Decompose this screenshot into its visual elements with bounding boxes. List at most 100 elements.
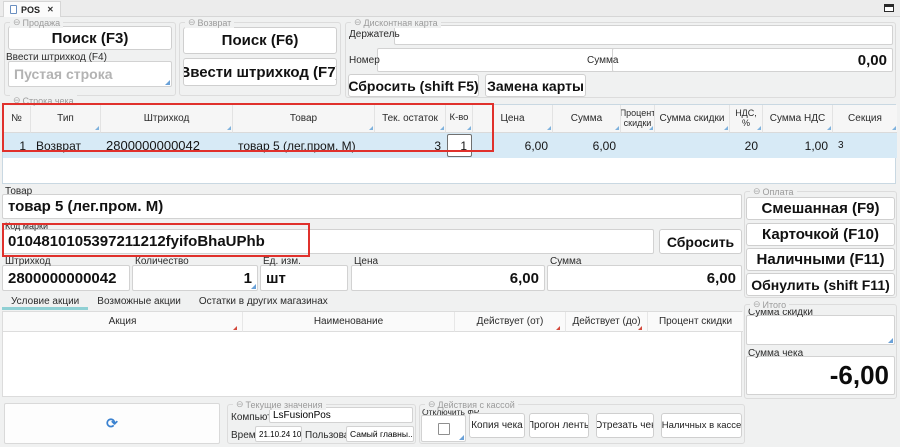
- mark-reset-button[interactable]: Сбросить: [659, 229, 742, 254]
- close-icon[interactable]: ✕: [47, 5, 54, 14]
- return-section-label: ⊖ Возврат: [185, 17, 234, 28]
- promo-table: Акция Наименование Действует (от) Действ…: [2, 311, 742, 397]
- receipt-col-vat-pct[interactable]: НДС, %: [730, 105, 763, 133]
- user-field[interactable]: Самый главны...: [346, 426, 414, 442]
- cash-in-register-button[interactable]: Наличных в кассе: [661, 413, 742, 438]
- unit-field[interactable]: шт: [260, 265, 348, 291]
- payment-reset-button[interactable]: Обнулить (shift F11): [746, 273, 895, 296]
- sale-search-button[interactable]: Поиск (F3): [8, 26, 172, 50]
- discount-card-section-label: ⊖ Дисконтная карта: [351, 17, 441, 28]
- receipt-col-product[interactable]: Товар: [233, 105, 375, 133]
- product-label: Товар: [5, 186, 32, 197]
- receipt-cell-num[interactable]: 1: [3, 133, 31, 158]
- receipt-col-price[interactable]: Цена: [473, 105, 553, 133]
- disable-fr-checkbox-panel: [421, 415, 466, 442]
- disable-fr-checkbox[interactable]: [438, 423, 450, 435]
- sale-barcode-placeholder: Пустая строка: [14, 66, 113, 82]
- receipt-cell-stock[interactable]: 3: [375, 133, 446, 158]
- receipt-cell-type[interactable]: Возврат: [31, 133, 101, 158]
- receipt-col-section[interactable]: Секция: [833, 105, 897, 133]
- cash-actions-section-label: ⊖ Действия с кассой: [425, 399, 518, 410]
- receipt-cell-discount-pct[interactable]: [621, 133, 655, 158]
- promo-col-action[interactable]: Акция: [3, 312, 243, 332]
- check-sum-field[interactable]: -6,00: [746, 356, 895, 395]
- tab-stock-other-stores[interactable]: Остатки в других магазинах: [190, 294, 337, 310]
- refresh-button[interactable]: ⟳: [4, 403, 220, 444]
- sum-label: Сумма: [550, 256, 581, 267]
- receipt-table: № Тип Штрихкод Товар Тек. остаток К-во Ц…: [2, 104, 896, 184]
- mark-code-label: Код марки: [5, 221, 48, 231]
- collapse-icon[interactable]: ⊖: [428, 399, 436, 410]
- receipt-col-num[interactable]: №: [3, 105, 31, 133]
- discount-sum-field[interactable]: [746, 315, 895, 345]
- card-reset-button[interactable]: Сбросить (shift F5): [348, 74, 479, 97]
- receipt-col-stock[interactable]: Тек. остаток: [375, 105, 446, 133]
- promo-col-name[interactable]: Наименование: [243, 312, 455, 332]
- receipt-col-barcode[interactable]: Штрихкод: [101, 105, 233, 133]
- collapse-icon[interactable]: ⊖: [236, 399, 244, 410]
- refresh-icon: ⟳: [106, 415, 118, 432]
- time-field[interactable]: 21.10.24 10:13: [255, 426, 302, 442]
- return-barcode-button[interactable]: Ввести штрихкод (F7): [183, 58, 337, 86]
- receipt-cell-price[interactable]: 6,00: [473, 133, 553, 158]
- price-field[interactable]: 6,00: [351, 265, 545, 291]
- card-replace-button[interactable]: Замена карты: [485, 74, 586, 97]
- cut-check-button[interactable]: Отрезать чек: [596, 413, 654, 438]
- price-label: Цена: [354, 256, 378, 267]
- mark-code-field[interactable]: 0104810105397211212fyifoBhaUPhb: [2, 229, 654, 254]
- tab-bar: POS ✕: [0, 0, 900, 17]
- receipt-cell-section[interactable]: 3: [833, 133, 897, 158]
- collapse-icon[interactable]: ⊖: [13, 17, 21, 28]
- receipt-cell-barcode[interactable]: 2800000000042: [101, 133, 233, 158]
- payment-mixed-button[interactable]: Смешанная (F9): [746, 197, 895, 220]
- receipt-col-discount-sum[interactable]: Сумма скидки: [655, 105, 730, 133]
- pos-window: POS ✕ ⊖ Продажа Поиск (F3) Ввести штрихк…: [0, 0, 900, 447]
- card-number-label: Номер: [349, 55, 380, 66]
- receipt-col-qty[interactable]: К-во: [446, 105, 473, 133]
- payment-section-label: ⊖ Оплата: [750, 186, 797, 197]
- qty-field[interactable]: 1: [132, 265, 258, 291]
- card-holder-input[interactable]: [394, 25, 893, 45]
- collapse-icon[interactable]: ⊖: [753, 186, 761, 197]
- receipt-cell-qty[interactable]: 1: [447, 134, 472, 157]
- promo-col-to[interactable]: Действует (до): [566, 312, 648, 332]
- sale-barcode-label: Ввести штрихкод (F4): [6, 52, 107, 63]
- receipt-col-vat-sum[interactable]: Сумма НДС: [763, 105, 833, 133]
- copy-check-button[interactable]: Копия чека: [469, 413, 525, 438]
- document-icon: [10, 5, 17, 14]
- qty-label: Количество: [135, 256, 189, 267]
- payment-card-button[interactable]: Карточкой (F10): [746, 223, 895, 246]
- receipt-col-sum[interactable]: Сумма: [553, 105, 621, 133]
- promo-col-from[interactable]: Действует (от): [455, 312, 566, 332]
- sum-field[interactable]: 6,00: [547, 265, 742, 291]
- receipt-col-type[interactable]: Тип: [31, 105, 101, 133]
- receipt-section-label: ⊖ Строка чека: [10, 95, 77, 106]
- tab-promo-possible[interactable]: Возможные акции: [88, 294, 190, 310]
- payment-cash-button[interactable]: Наличными (F11): [746, 248, 895, 271]
- card-sum-input[interactable]: 0,00: [612, 48, 893, 72]
- return-search-button[interactable]: Поиск (F6): [183, 27, 337, 54]
- sale-barcode-input[interactable]: Пустая строка: [8, 61, 172, 87]
- collapse-icon[interactable]: ⊖: [188, 17, 196, 28]
- receipt-cell-discount-sum[interactable]: [655, 133, 730, 158]
- card-holder-label: Держатель: [349, 29, 400, 40]
- collapse-icon[interactable]: ⊖: [354, 17, 362, 28]
- receipt-cell-vat-sum[interactable]: 1,00: [763, 133, 833, 158]
- tab-pos[interactable]: POS ✕: [3, 1, 61, 17]
- receipt-cell-vat-pct[interactable]: 20: [730, 133, 763, 158]
- tab-promo-condition[interactable]: Условие акции: [2, 294, 88, 310]
- product-name-field[interactable]: товар 5 (лег.пром. М): [2, 194, 742, 219]
- receipt-col-discount-pct[interactable]: Процент скидки: [621, 105, 655, 133]
- feed-tape-button[interactable]: Прогон ленты: [529, 413, 589, 438]
- promo-col-discount[interactable]: Процент скидки: [648, 312, 743, 332]
- barcode-label: Штрихкод: [5, 256, 51, 267]
- receipt-cell-sum[interactable]: 6,00: [553, 133, 621, 158]
- check-sum-label: Сумма чека: [748, 348, 803, 359]
- receipt-cell-product[interactable]: товар 5 (лег.пром. М): [233, 133, 375, 158]
- barcode-field[interactable]: 2800000000042: [2, 265, 130, 291]
- collapse-icon[interactable]: ⊖: [13, 95, 21, 106]
- total-section-label: ⊖ Итого: [750, 299, 789, 310]
- collapse-icon[interactable]: ⊖: [753, 299, 761, 310]
- maximize-icon[interactable]: [884, 4, 894, 12]
- tab-label: POS: [21, 5, 40, 15]
